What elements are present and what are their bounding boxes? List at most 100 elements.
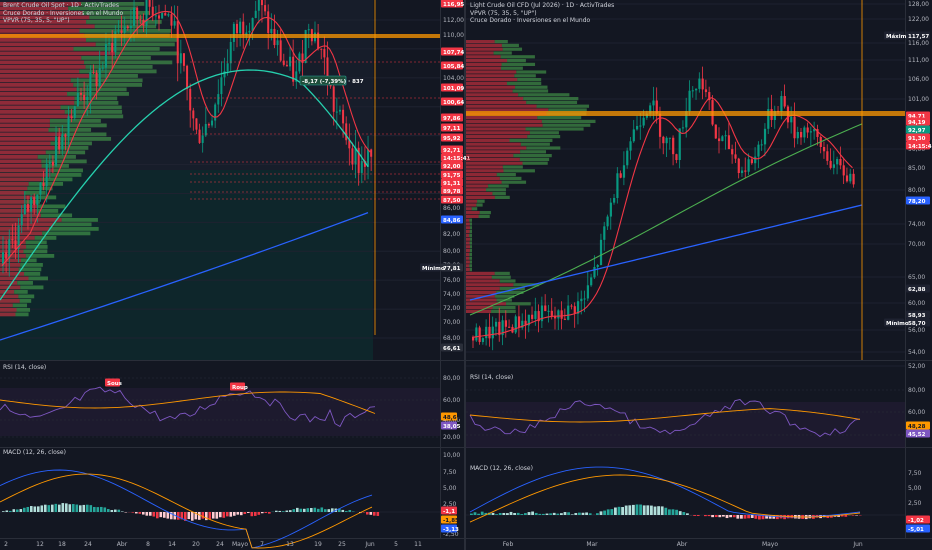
left-candle-body — [370, 149, 373, 157]
left-vpvr-bar-down — [0, 92, 68, 96]
left-candle-body — [323, 49, 326, 58]
left-macd-bar — [348, 510, 352, 512]
left-vpvr-bar-down — [0, 177, 42, 182]
right-candle-body — [783, 96, 786, 107]
right-vpvr-bar-up — [499, 176, 522, 180]
charts-canvas[interactable]: -8,17 (-7,39%) · 837 116,95 112,00 110,00 1… — [0, 0, 932, 550]
right-candle-body — [681, 127, 685, 129]
left-candle-body — [117, 30, 120, 32]
left-candle-body — [33, 197, 36, 206]
right-vpvr-bar-up — [513, 154, 552, 158]
right-macd-tick: 5,00 — [908, 485, 922, 492]
left-macd-legend[interactable]: MACD (12, 26, close) — [3, 449, 66, 457]
left-rsi-legend[interactable]: RSI (14, close) — [3, 364, 46, 372]
right-macd-legend[interactable]: MACD (12, 26, close) — [470, 465, 533, 473]
right-candle-body — [599, 239, 603, 266]
left-candle-body — [182, 53, 185, 66]
left-vpvr-bar-down — [0, 60, 85, 65]
right-macd-bar — [552, 512, 556, 515]
left-price-tag: 100,64 — [443, 100, 464, 106]
right-price-tag: 78,20 — [908, 199, 926, 205]
left-vpvr-bar-up — [15, 312, 29, 317]
left-candle-body — [195, 118, 198, 130]
right-candle-body — [534, 311, 537, 319]
right-price-tick: 70,00 — [908, 241, 925, 248]
left-candle-body — [189, 88, 192, 111]
left-vpvr-bar-down — [0, 119, 50, 123]
left-vpvr-bar-up — [24, 272, 41, 276]
right-vpvr-bar-up — [515, 85, 548, 89]
right-rsi-tick: 60,00 — [908, 409, 925, 416]
left-macd-bar — [310, 508, 313, 512]
right-vpvr-bar-up — [469, 222, 472, 226]
right-vpvr-bar-up — [477, 199, 485, 203]
left-indicator-cruce[interactable]: Cruce Dorado · Inversiones en el Mundo — [3, 10, 123, 18]
right-vpvr-bar-down — [466, 165, 503, 169]
right-candle-body — [698, 78, 701, 89]
right-vpvr-bar-up — [469, 249, 472, 253]
left-candle-body — [360, 161, 363, 173]
left-macd-bar — [9, 510, 12, 512]
left-vpvr-bar-down — [0, 83, 74, 87]
right-indicator-cruce[interactable]: Cruce Dorado · Inversiones en el Mundo — [470, 17, 614, 25]
right-candle-body — [488, 326, 491, 339]
left-candle-body — [73, 106, 76, 119]
right-vpvr-bar-up — [492, 192, 506, 196]
right-macd-bar — [470, 513, 473, 515]
left-candle-body — [285, 64, 288, 67]
left-rsi-tick: 20,00 — [443, 434, 460, 441]
right-vpvr-bar-up — [506, 81, 542, 85]
right-candle-body — [603, 226, 606, 240]
right-macd-value: -5,01 — [908, 527, 924, 533]
right-indicator-vpvr[interactable]: VPVR (75, 35, 5, "UP") — [470, 10, 614, 18]
left-vpvr-bar-up — [18, 294, 35, 299]
right-macd-bar — [498, 513, 502, 515]
left-macd-bar — [289, 510, 292, 512]
right-macd-bar — [567, 512, 570, 515]
left-vpvr-bar-up — [16, 308, 31, 312]
right-vpvr-bar-up — [488, 184, 509, 188]
left-vpvr-bar-up — [61, 218, 98, 222]
right-macd-bar — [650, 505, 653, 515]
right-candle-body — [826, 151, 829, 161]
right-candle-body — [790, 116, 793, 123]
right-vpvr-bar-down — [466, 256, 470, 260]
left-macd-bar — [19, 509, 23, 512]
left-macd-bar — [121, 511, 124, 512]
right-vpvr-bar-down — [466, 252, 470, 256]
right-candle-body — [609, 202, 612, 217]
right-macd-bar — [621, 507, 624, 515]
left-chart-title[interactable]: Brent Crude Oil Spot · 1D · ActivTrades — [3, 2, 123, 10]
right-vpvr-bar-up — [512, 89, 549, 93]
left-macd-bar — [58, 504, 61, 512]
right-candle-body — [550, 310, 553, 316]
right-vpvr-bar-up — [491, 275, 511, 279]
left-candle-body — [92, 72, 95, 74]
right-macd-bar — [668, 509, 671, 515]
right-macd-bar — [599, 511, 603, 515]
left-rsi-value-ma: 48,61 — [443, 415, 461, 421]
right-candle-body — [567, 305, 570, 320]
left-price-tag: 95,92 — [443, 136, 461, 142]
left-x-tick: Mayo — [232, 541, 248, 548]
right-vpvr-bar-up — [469, 260, 472, 264]
right-rsi-band — [466, 402, 905, 448]
right-candle-body — [478, 327, 481, 343]
right-candle-body — [842, 165, 845, 176]
right-vpvr-bar-down — [466, 74, 515, 78]
left-vpvr-bar-down — [0, 74, 90, 78]
right-vpvr-bar-up — [471, 207, 478, 211]
left-candle-body — [123, 26, 126, 33]
left-vpvr-bar-down — [0, 105, 61, 110]
right-macd-bar — [585, 512, 588, 515]
right-price-tag: 58,70 — [908, 321, 926, 327]
left-candle-body — [223, 71, 226, 78]
right-rsi-legend[interactable]: RSI (14, close) — [470, 374, 513, 382]
right-chart-title[interactable]: Light Crude Oil CFD (Jul 2026) · 1D · Ac… — [470, 2, 614, 10]
right-vpvr-bar-down — [466, 222, 470, 226]
left-indicator-vpvr[interactable]: VPVR (75, 35, 5, "UP") — [3, 17, 123, 25]
right-candle-body — [531, 314, 534, 319]
left-price-tag: 77,81 — [443, 266, 461, 272]
left-candle-body — [267, 11, 270, 33]
left-macd-bar — [2, 511, 5, 512]
